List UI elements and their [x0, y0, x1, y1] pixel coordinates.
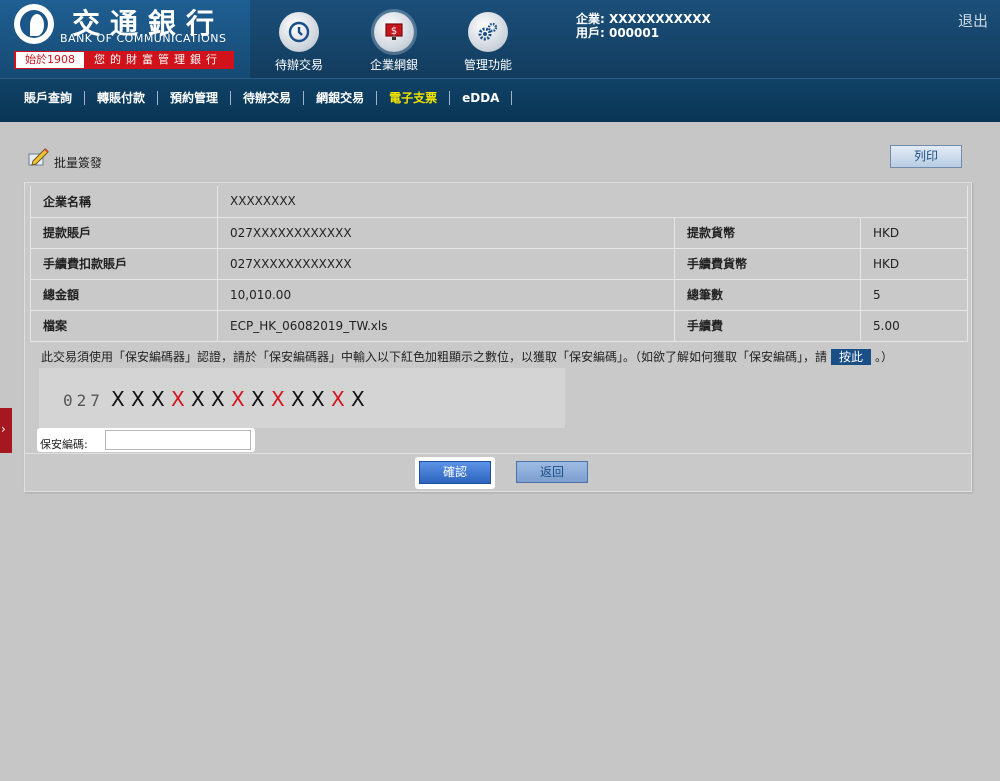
total-amount-value: 10,010.00 [217, 278, 675, 311]
fee-currency-value: HKD [860, 247, 968, 280]
fee-label: 手續費 [674, 309, 861, 342]
challenge-digit: X [111, 387, 125, 411]
back-button[interactable]: 返回 [516, 461, 588, 483]
page-title: 批量簽發 [54, 156, 103, 170]
security-code-input[interactable] [105, 430, 251, 450]
header-nav-management[interactable]: 管理功能 [443, 12, 533, 73]
menu-scheduled[interactable]: 預約管理 [158, 91, 232, 105]
header-nav-corporate-banking[interactable]: $ 企業網銀 [349, 12, 439, 73]
print-button[interactable]: 列印 [890, 145, 962, 168]
file-label: 檔案 [30, 309, 218, 342]
page-heading: 批量簽發 [26, 142, 102, 171]
security-code-challenge: 027 XXXXXXXXXXXXX [39, 368, 565, 428]
bank-logo-mark-icon [14, 4, 54, 44]
header-nav-label: 企業網銀 [369, 58, 418, 72]
table-row: 企業名稱 XXXXXXXX [30, 186, 968, 218]
how-to-get-code-link[interactable]: 按此 [831, 349, 872, 365]
fee-value: 5.00 [860, 309, 968, 342]
withdraw-account-label: 提款賬戶 [30, 216, 218, 249]
content-area: 批量簽發 列印 企業名稱 XXXXXXXX 提款賬戶 027XXXXXXXXXX… [0, 122, 1000, 781]
app-header: 交通銀行 BANK OF COMMUNICATIONS 始於1908 您的財富管… [0, 0, 1000, 78]
company-line: 企業: XXXXXXXXXXX [576, 12, 711, 26]
cheque-info-table: 企業名稱 XXXXXXXX 提款賬戶 027XXXXXXXXXXXX 提款貨幣 … [30, 186, 968, 342]
chevron-right-icon: › [1, 422, 6, 436]
withdraw-currency-value: HKD [860, 216, 968, 249]
fee-account-label: 手續費扣款賬戶 [30, 247, 218, 280]
bank-logo[interactable]: 交通銀行 BANK OF COMMUNICATIONS 始於1908 您的財富管… [0, 0, 250, 78]
security-code-label: 保安編碼: [40, 438, 88, 451]
challenge-digit-highlighted: X [331, 387, 345, 411]
bank-slogan-bar: 始於1908 您的財富管理銀行 [14, 51, 234, 69]
menu-edda[interactable]: eDDA [450, 91, 513, 105]
table-row: 檔案 ECP_HK_06082019_TW.xls 手續費 5.00 [30, 309, 968, 342]
fee-account-value: 027XXXXXXXXXXXX [217, 247, 675, 280]
header-nav-pending[interactable]: 待辦交易 [254, 12, 344, 73]
header-nav-label: 待辦交易 [274, 58, 323, 72]
challenge-digit-highlighted: X [231, 387, 245, 411]
total-amount-label: 總金額 [30, 278, 218, 311]
challenge-digit: X [191, 387, 205, 411]
security-code-row: 保安編碼: [37, 428, 255, 452]
menu-account-inquiry[interactable]: 賬戶查詢 [12, 91, 86, 105]
dollar-monitor-icon: $ [374, 12, 414, 52]
action-bar: 確認 返回 [25, 453, 971, 491]
table-row: 手續費扣款賬戶 027XXXXXXXXXXXX 手續費貨幣 HKD [30, 247, 968, 280]
challenge-digit: X [311, 387, 325, 411]
menu-ebanking-transactions[interactable]: 網銀交易 [304, 91, 378, 105]
challenge-digit: X [351, 387, 365, 411]
user-line: 用戶: 000001 [576, 26, 660, 40]
challenge-digits: 027 XXXXXXXXXXXXX [63, 387, 368, 411]
header-nav-label: 管理功能 [463, 58, 512, 72]
fee-currency-label: 手續費貨幣 [674, 247, 861, 280]
withdraw-currency-label: 提款貨幣 [674, 216, 861, 249]
challenge-digit-highlighted: X [171, 387, 185, 411]
withdraw-account-value: 027XXXXXXXXXXXX [217, 216, 675, 249]
menu-transfer-payment[interactable]: 轉賬付款 [85, 91, 159, 105]
challenge-digit: X [291, 387, 305, 411]
main-menu: 賬戶查詢 轉賬付款 預約管理 待辦交易 網銀交易 電子支票 eDDA [12, 91, 513, 105]
bank-since: 始於1908 [16, 52, 84, 68]
bank-slogan: 您的財富管理銀行 [94, 53, 222, 66]
menu-pending[interactable]: 待辦交易 [231, 91, 305, 105]
main-menu-bar: 賬戶查詢 轉賬付款 預約管理 待辦交易 網銀交易 電子支票 eDDA [0, 78, 1000, 122]
menu-e-cheque[interactable]: 電子支票 [377, 91, 451, 105]
table-row: 提款賬戶 027XXXXXXXXXXXX 提款貨幣 HKD [30, 216, 968, 249]
total-count-label: 總筆數 [674, 278, 861, 311]
svg-text:$: $ [391, 26, 397, 37]
confirm-button[interactable]: 確認 [419, 461, 491, 484]
challenge-digit-highlighted: X [271, 387, 285, 411]
challenge-digit: X [251, 387, 265, 411]
file-value: ECP_HK_06082019_TW.xls [217, 309, 675, 342]
security-instruction: 此交易須使用「保安編碼器」認證，請於「保安編碼器」中輸入以下紅色加粗顯示之數位，… [41, 349, 893, 365]
challenge-digit: X [211, 387, 225, 411]
security-instruction-end: 。） [875, 350, 894, 364]
clock-icon [279, 12, 319, 52]
gears-icon [468, 12, 508, 52]
confirm-focus-ring: 確認 [415, 457, 495, 489]
company-name-label: 企業名稱 [30, 186, 218, 218]
total-count-value: 5 [860, 278, 968, 311]
side-panel-toggle[interactable]: › [0, 408, 12, 453]
batch-issue-panel: 企業名稱 XXXXXXXX 提款賬戶 027XXXXXXXXXXXX 提款貨幣 … [24, 182, 972, 492]
edit-pencil-icon [28, 147, 49, 166]
company-name-value: XXXXXXXX [217, 186, 968, 218]
challenge-digit: X [151, 387, 165, 411]
challenge-digit: X [131, 387, 145, 411]
challenge-prefix: 027 [63, 391, 104, 410]
security-instruction-text: 此交易須使用「保安編碼器」認證，請於「保安編碼器」中輸入以下紅色加粗顯示之數位，… [41, 350, 828, 364]
table-row: 總金額 10,010.00 總筆數 5 [30, 278, 968, 311]
bank-name-en: BANK OF COMMUNICATIONS [60, 32, 227, 45]
logout-button[interactable]: 退出 [958, 10, 988, 31]
user-info: 企業: XXXXXXXXXXX 用戶: 000001 [576, 12, 711, 40]
